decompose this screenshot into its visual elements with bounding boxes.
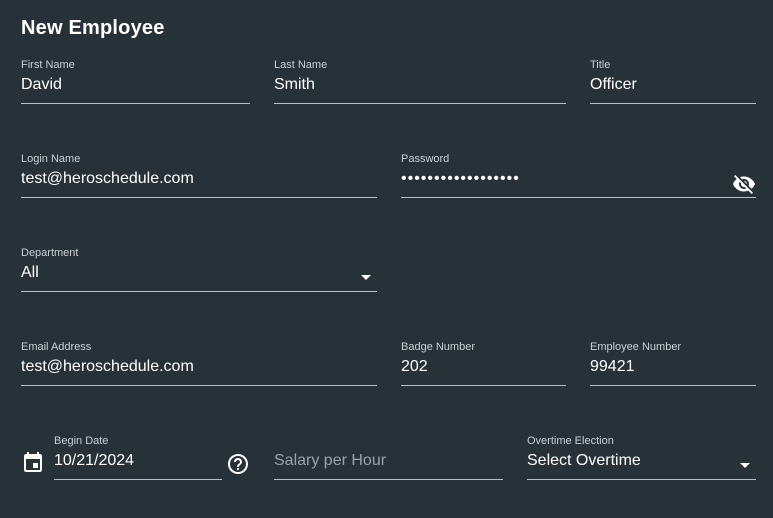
employee-number-input[interactable]: 99421 <box>590 358 635 376</box>
department-value: All <box>21 264 39 281</box>
last-name-label: Last Name <box>274 59 328 71</box>
overtime-select[interactable]: Overtime Election Select Overtime <box>527 435 756 480</box>
email-input[interactable]: test@heroschedule.com <box>21 358 194 376</box>
password-field[interactable]: Password •••••••••••••••••• <box>401 153 756 198</box>
badge-number-label: Badge Number <box>401 341 475 353</box>
login-name-input[interactable]: test@heroschedule.com <box>21 170 194 188</box>
login-name-label: Login Name <box>21 153 81 165</box>
badge-number-field[interactable]: Badge Number 202 <box>401 341 566 386</box>
overtime-value: Select Overtime <box>527 452 641 469</box>
form-title: New Employee <box>21 17 165 39</box>
department-label: Department <box>21 247 79 259</box>
first-name-field[interactable]: First Name David <box>21 59 250 104</box>
begin-date-field[interactable]: Begin Date 10/21/2024 <box>54 435 222 480</box>
employee-number-field[interactable]: Employee Number 99421 <box>590 341 756 386</box>
title-label: Title <box>590 59 611 71</box>
password-label: Password <box>401 153 450 165</box>
first-name-input[interactable]: David <box>21 76 62 94</box>
last-name-input[interactable]: Smith <box>274 76 315 94</box>
salary-input[interactable]: Salary per Hour <box>274 452 386 470</box>
badge-number-input[interactable]: 202 <box>401 358 428 376</box>
overtime-label: Overtime Election <box>527 435 614 447</box>
first-name-label: First Name <box>21 59 75 71</box>
department-select[interactable]: Department All <box>21 247 377 292</box>
employee-number-label: Employee Number <box>590 341 682 353</box>
help-icon[interactable] <box>226 452 250 476</box>
chevron-down-icon[interactable] <box>361 275 371 280</box>
calendar-icon[interactable] <box>21 451 45 475</box>
email-field[interactable]: Email Address test@heroschedule.com <box>21 341 377 386</box>
password-input[interactable]: •••••••••••••••••• <box>401 170 520 188</box>
login-name-field[interactable]: Login Name test@heroschedule.com <box>21 153 377 198</box>
begin-date-input[interactable]: 10/21/2024 <box>54 452 134 470</box>
salary-field[interactable]: Salary per Hour <box>274 435 503 480</box>
visibility-off-icon[interactable] <box>732 172 756 196</box>
begin-date-label: Begin Date <box>54 435 109 447</box>
title-input[interactable]: Officer <box>590 76 637 94</box>
chevron-down-icon[interactable] <box>740 463 750 468</box>
last-name-field[interactable]: Last Name Smith <box>274 59 566 104</box>
title-field[interactable]: Title Officer <box>590 59 756 104</box>
email-label: Email Address <box>21 341 92 353</box>
